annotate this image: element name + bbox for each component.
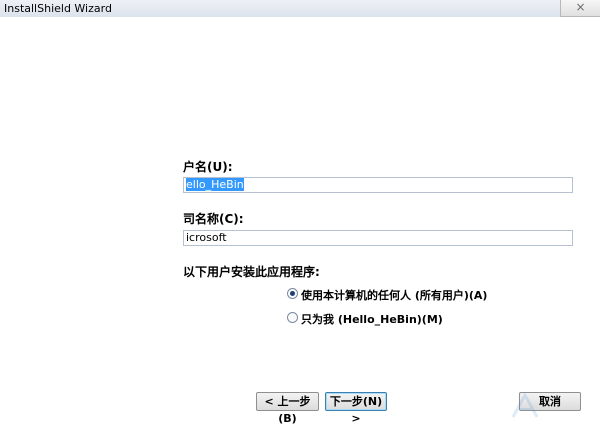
user-name-value: ello_HeBin (186, 178, 244, 191)
close-button[interactable]: × (560, 0, 600, 17)
wizard-content: 户名(U): ello_HeBin 司名称(C): icrosoft 以下用户安… (0, 17, 600, 425)
watermark-logo (511, 391, 539, 418)
back-button[interactable]: < 上一步(B) (256, 392, 319, 425)
radio-all-users[interactable]: 使用本计算机的任何人 (所有用户)(A) (287, 287, 507, 302)
user-name-label: 户名(U): (183, 160, 233, 174)
radio-all-users-label: 使用本计算机的任何人 (所有用户)(A) (301, 289, 488, 302)
radio-empty-icon[interactable] (287, 312, 298, 323)
radio-only-me-label: 只为我 (Hello_HeBin)(M) (301, 313, 443, 326)
organization-label: 司名称(C): (183, 212, 244, 226)
close-icon: × (575, 0, 586, 14)
title-bar: InstallShield Wizard × (0, 0, 600, 17)
radio-selected-icon[interactable] (287, 288, 298, 299)
user-name-field[interactable]: ello_HeBin (183, 177, 573, 193)
window-title: InstallShield Wizard (4, 2, 112, 15)
next-button[interactable]: 下一步(N) > (325, 392, 387, 425)
installshield-window: InstallShield Wizard × 户名(U): ello_HeBin… (0, 0, 600, 425)
install-for-label: 以下用户安装此应用程序: (183, 265, 320, 279)
organization-value: icrosoft (186, 231, 227, 244)
organization-field[interactable]: icrosoft (183, 230, 573, 246)
radio-only-me[interactable]: 只为我 (Hello_HeBin)(M) (287, 311, 447, 326)
